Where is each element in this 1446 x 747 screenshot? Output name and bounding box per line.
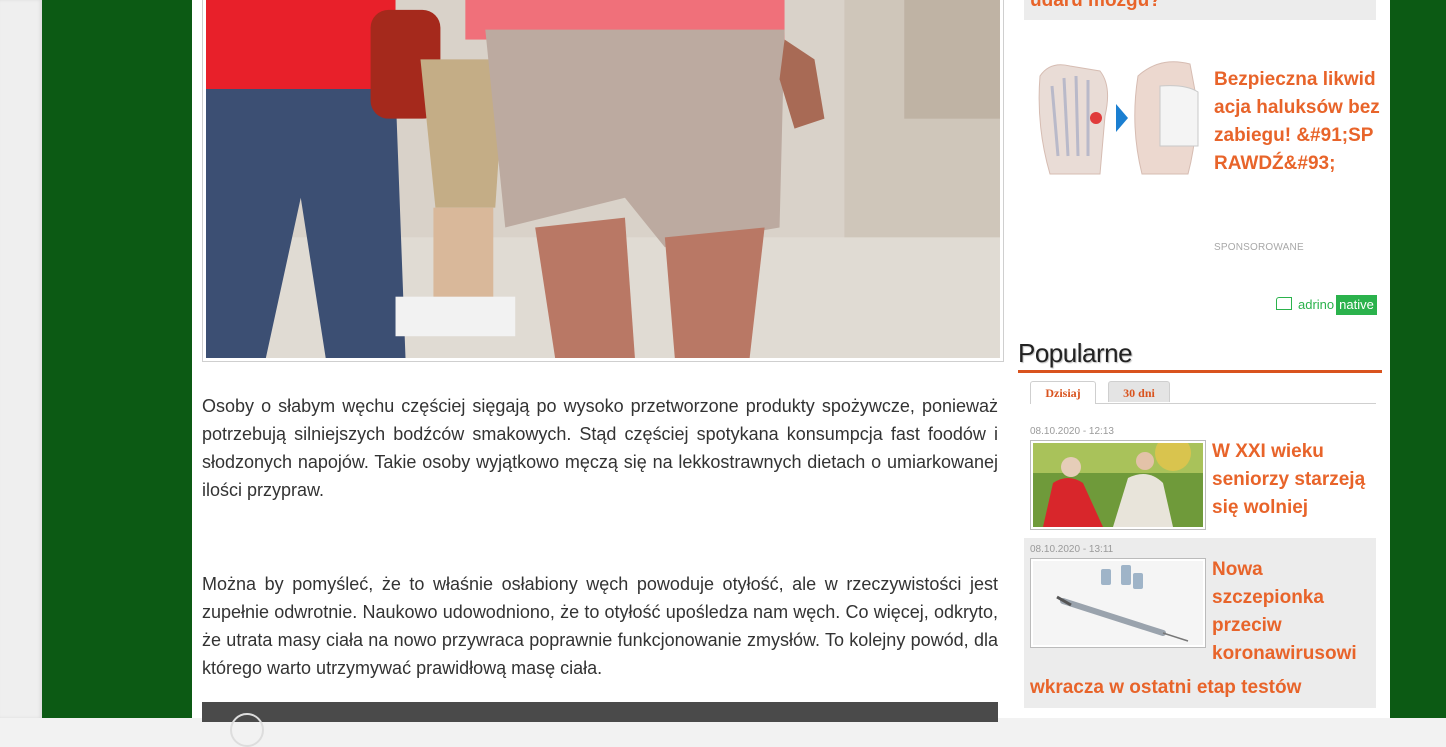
adrino-brand: adrino <box>1298 297 1335 312</box>
popular-tabs: Dzisiaj 30 dni <box>1030 381 1376 404</box>
popular-divider <box>1018 370 1382 373</box>
tab-30-days[interactable]: 30 dni <box>1108 381 1170 402</box>
page-frame-right <box>1390 0 1446 718</box>
article-paragraph: Można by pomyśleć, że to właśnie osłabio… <box>202 574 998 678</box>
item-date: 08.10.2020 - 12:13 <box>1030 426 1114 437</box>
popular-item[interactable]: 08.10.2020 - 13:11 Nowa szczepionka prze… <box>1024 538 1376 708</box>
item-title[interactable]: Nowa szczepionka przeciw koronawirusowi <box>1212 556 1372 668</box>
ad-title-link[interactable]: Bezpieczna likwidacja haluksów bez zabie… <box>1214 66 1382 178</box>
hero-photo <box>206 0 1000 358</box>
seniors-photo <box>1033 443 1203 527</box>
ad-image[interactable] <box>1030 56 1202 176</box>
page-frame-left <box>42 0 192 718</box>
video-logo-icon <box>230 713 264 747</box>
item-date: 08.10.2020 - 13:11 <box>1030 544 1114 555</box>
vaccine-syringe-photo <box>1033 561 1203 645</box>
article-paragraph: Osoby o słabym węchu częściej sięgają po… <box>202 396 998 500</box>
article-hero-image <box>202 0 1004 362</box>
popular-item[interactable]: 08.10.2020 - 12:13 W XXI wieku seniorzy … <box>1024 420 1376 536</box>
item-title[interactable]: W XXI wieku seniorzy starzeją się wolnie… <box>1212 438 1376 522</box>
adrino-logo-icon <box>1276 297 1292 310</box>
bunion-foot-illustration <box>1030 56 1202 176</box>
item-thumbnail[interactable] <box>1030 558 1206 648</box>
page-content: Osoby o słabym węchu częściej sięgają po… <box>192 0 1390 747</box>
item-thumbnail[interactable] <box>1030 440 1206 530</box>
item-title-continued[interactable]: wkracza w ostatni etap testów <box>1030 674 1301 702</box>
adrino-native-label: native <box>1336 295 1377 315</box>
adrino-native-badge[interactable]: adrino native <box>1276 295 1377 315</box>
teaser-title[interactable]: udaru mózgu? <box>1030 0 1161 12</box>
tab-today[interactable]: Dzisiaj <box>1030 381 1096 404</box>
sponsored-teaser-top[interactable]: udaru mózgu? <box>1024 0 1376 20</box>
browser-left-gutter <box>0 0 42 718</box>
video-player[interactable] <box>202 702 998 747</box>
sponsored-label: SPONSOROWANE <box>1214 242 1304 253</box>
popular-heading: Popularne <box>1018 338 1133 368</box>
